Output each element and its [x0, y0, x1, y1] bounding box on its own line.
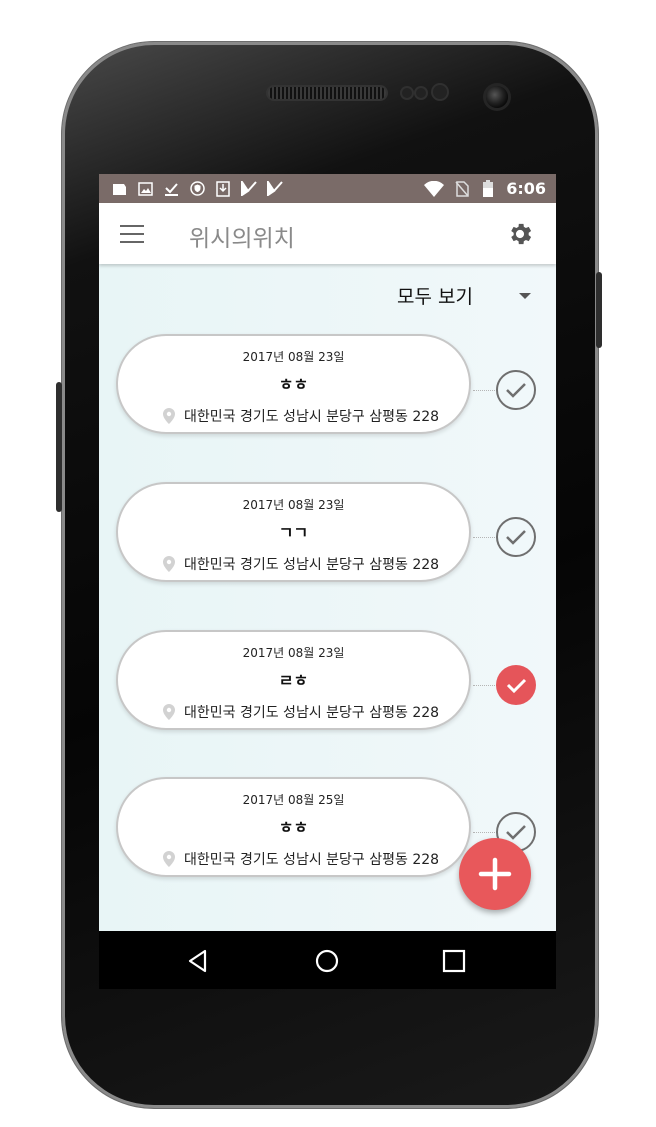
wish-card[interactable]: 2017년 08월 23일 ㄹㅎ 대한민국 경기도 성남시 분당구 삼평동 22… [116, 630, 471, 730]
card-title: ㄹㅎ [278, 671, 309, 690]
sensor-dot [433, 85, 447, 99]
menu-icon[interactable] [120, 225, 144, 243]
location-pin-icon [163, 408, 175, 424]
location-pin-icon [163, 704, 175, 720]
check-icon [506, 530, 526, 545]
notification-icon [111, 181, 127, 197]
check-download-icon [163, 181, 179, 197]
plus-icon [478, 857, 512, 891]
no-sim-icon [454, 180, 470, 197]
card-title: ㅎㅎ [278, 818, 309, 837]
card-address: 대한민국 경기도 성남시 분당구 삼평동 228 [184, 705, 440, 721]
sensor-dot [402, 88, 412, 98]
wish-card[interactable]: 2017년 08월 25일 ㅎㅎ 대한민국 경기도 성남시 분당구 삼평동 22… [116, 777, 471, 877]
card-date: 2017년 08월 23일 [242, 646, 345, 660]
app-bar: 위시의위치 [99, 203, 556, 264]
back-icon[interactable] [185, 948, 211, 974]
card-title: ㅎㅎ [278, 375, 309, 394]
location-pin-icon [163, 851, 175, 867]
wish-card[interactable]: 2017년 08월 23일 ㄱㄱ 대한민국 경기도 성남시 분당구 삼평동 22… [116, 482, 471, 582]
wifi-icon [424, 180, 445, 197]
check-toggle[interactable] [496, 370, 536, 410]
check-icon [506, 383, 526, 398]
card-date: 2017년 08월 23일 [242, 498, 345, 512]
power-button [596, 272, 602, 348]
home-icon[interactable] [314, 948, 340, 974]
status-bar: 6:06 [99, 174, 556, 203]
battery-icon [480, 180, 496, 197]
volume-button [56, 382, 62, 512]
check-icon [506, 678, 527, 694]
speaker-grille [268, 87, 386, 99]
app-icon [267, 181, 283, 197]
connector-line [473, 390, 497, 391]
app-icon [241, 181, 257, 197]
app-title: 위시의위치 [189, 226, 295, 252]
check-toggle[interactable] [496, 517, 536, 557]
status-time: 6:06 [506, 179, 546, 198]
front-camera [486, 86, 508, 108]
connector-line [473, 537, 497, 538]
check-toggle[interactable] [496, 665, 536, 705]
card-title: ㄱㄱ [278, 523, 309, 542]
download-icon [215, 180, 231, 197]
location-pin-icon [163, 556, 175, 572]
card-date: 2017년 08월 25일 [242, 793, 345, 807]
connector-line [473, 832, 497, 833]
connector-line [473, 685, 497, 686]
card-date: 2017년 08월 23일 [242, 350, 345, 364]
wish-card[interactable]: 2017년 08월 23일 ㅎㅎ 대한민국 경기도 성남시 분당구 삼평동 22… [116, 334, 471, 434]
image-icon [137, 181, 153, 197]
add-wish-button[interactable] [459, 838, 531, 910]
card-address: 대한민국 경기도 성남시 분당구 삼평동 228 [184, 852, 440, 868]
card-address: 대한민국 경기도 성남시 분당구 삼평동 228 [184, 557, 440, 573]
card-address: 대한민국 경기도 성남시 분당구 삼평동 228 [184, 409, 440, 425]
wish-list: 모두 보기 2017년 08월 23일 ㅎㅎ 대한민국 경기도 성남시 분당구 … [99, 264, 556, 931]
shield-icon [189, 181, 205, 197]
chevron-down-icon[interactable] [519, 293, 531, 299]
filter-dropdown[interactable]: 모두 보기 [397, 282, 473, 309]
navigation-bar [99, 931, 556, 989]
gear-icon[interactable] [506, 220, 534, 248]
recents-icon[interactable] [441, 948, 467, 974]
screen: 6:06 위시의위치 모두 보기 2017년 08월 23일 ㅎㅎ 대한민국 경… [99, 174, 556, 989]
sensor-dot [416, 88, 426, 98]
